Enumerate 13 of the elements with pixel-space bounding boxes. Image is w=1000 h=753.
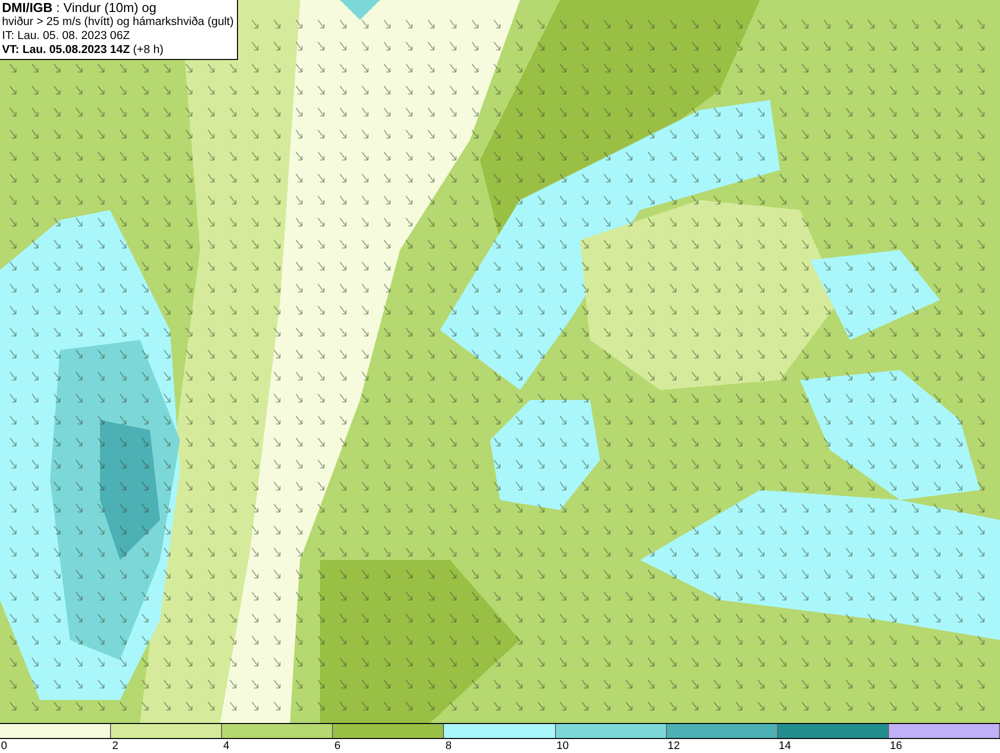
legend-label: 4 xyxy=(223,740,230,752)
legend-label: 0 xyxy=(1,740,8,752)
header-line: hviður > 25 m/s (hvítt) og hámarkshviða (gult) xyxy=(2,15,234,29)
legend-label: 6 xyxy=(334,740,340,752)
legend-label: 16 xyxy=(890,740,902,752)
header-line: IT: Lau. 05. 08. 2023 06Z xyxy=(2,29,131,43)
legend-label: 8 xyxy=(445,740,452,752)
legend-label: 14 xyxy=(778,740,792,752)
legend-label: 10 xyxy=(556,740,569,752)
legend-label: 12 xyxy=(668,740,680,752)
legend-label: 2 xyxy=(112,740,118,752)
header-line: VT: Lau. 05.08.2023 14Z (+8 h) xyxy=(2,43,164,57)
header-line: DMI/IGB : Vindur (10m) og xyxy=(2,1,158,15)
